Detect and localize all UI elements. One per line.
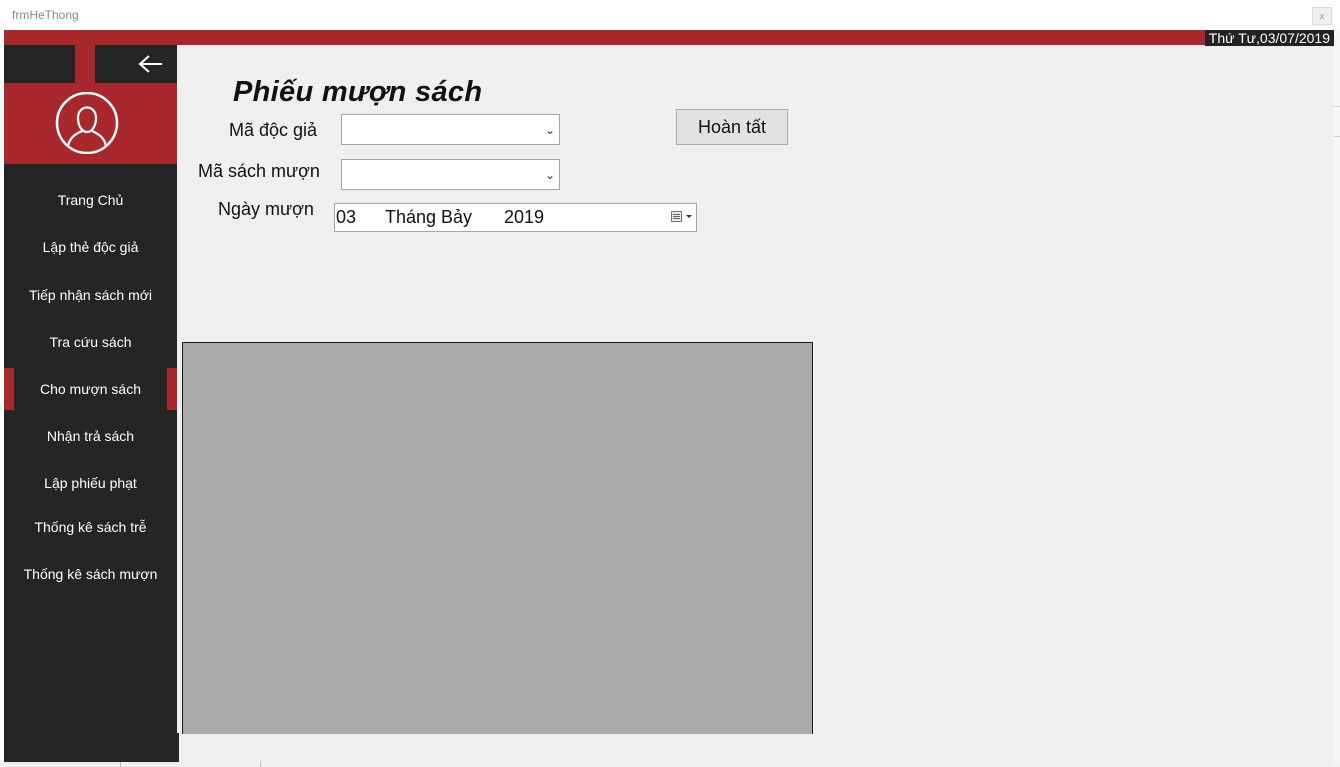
date-year[interactable]: 2019	[504, 207, 544, 228]
background-divider	[260, 762, 261, 767]
window-title: frmHeThong	[12, 8, 79, 22]
sidebar-top-separator	[75, 45, 95, 83]
window-titlebar: frmHeThong x	[0, 0, 1340, 30]
sidebar-top-block	[4, 45, 75, 83]
close-button[interactable]: x	[1312, 7, 1332, 25]
book-id-combobox[interactable]: ⌄	[341, 159, 560, 190]
done-button[interactable]: Hoàn tất	[676, 109, 788, 145]
borrow-date-label: Ngày mượn	[218, 199, 314, 219]
chevron-down-icon[interactable]: ⌄	[545, 123, 555, 137]
user-avatar-icon	[55, 92, 119, 154]
borrow-data-grid[interactable]	[182, 342, 813, 734]
book-id-label: Mã sách mượn	[198, 161, 320, 181]
background-window-edge	[1334, 30, 1340, 767]
sidebar-item-reader-card[interactable]: Lập thẻ độc giả	[4, 226, 177, 268]
borrow-date-picker[interactable]: 03 Tháng Bảy 2019	[334, 203, 697, 232]
sidebar-edge	[177, 733, 179, 762]
sidebar-item-borrow-stats[interactable]: Thống kê sách mượn	[4, 553, 177, 595]
date-day[interactable]: 03	[336, 207, 356, 228]
chevron-down-icon[interactable]: ⌄	[545, 168, 555, 182]
sidebar-item-receive-books[interactable]: Tiếp nhận sách mới	[4, 274, 177, 316]
background-taskbar-strip	[0, 762, 1340, 767]
reader-id-combobox[interactable]: ⌄	[341, 114, 560, 145]
reader-id-label: Mã độc giả	[229, 120, 318, 140]
background-divider	[1334, 136, 1340, 137]
sidebar-item-search-books[interactable]: Tra cứu sách	[4, 321, 177, 363]
main-window: Thứ Tư,03/07/2019 Trang Chủ Lập thẻ độc …	[4, 30, 1334, 762]
active-indicator	[167, 368, 177, 410]
background-divider	[120, 762, 121, 767]
date-month[interactable]: Tháng Bảy	[385, 207, 472, 228]
page-title: Phiếu mượn sách	[233, 76, 483, 108]
profile-panel	[4, 83, 177, 164]
calendar-icon[interactable]	[671, 211, 682, 222]
sidebar-item-return-books[interactable]: Nhận trả sách	[4, 415, 177, 457]
background-divider	[1334, 106, 1340, 107]
sidebar: Trang Chủ Lập thẻ độc giả Tiếp nhận sách…	[4, 45, 177, 762]
back-button[interactable]	[95, 45, 177, 83]
sidebar-item-late-stats[interactable]: Thống kê sách trễ	[4, 506, 177, 548]
active-indicator	[4, 368, 14, 410]
header-bar: Thứ Tư,03/07/2019	[4, 30, 1334, 46]
sidebar-item-lend-books[interactable]: Cho mượn sách	[14, 368, 167, 410]
sidebar-item-fine-slip[interactable]: Lập phiếu phạt	[4, 462, 177, 504]
dropdown-arrow-icon[interactable]	[686, 215, 692, 218]
arrow-left-icon	[138, 55, 162, 73]
sidebar-item-home[interactable]: Trang Chủ	[4, 179, 177, 221]
date-label: Thứ Tư,03/07/2019	[1204, 30, 1334, 46]
